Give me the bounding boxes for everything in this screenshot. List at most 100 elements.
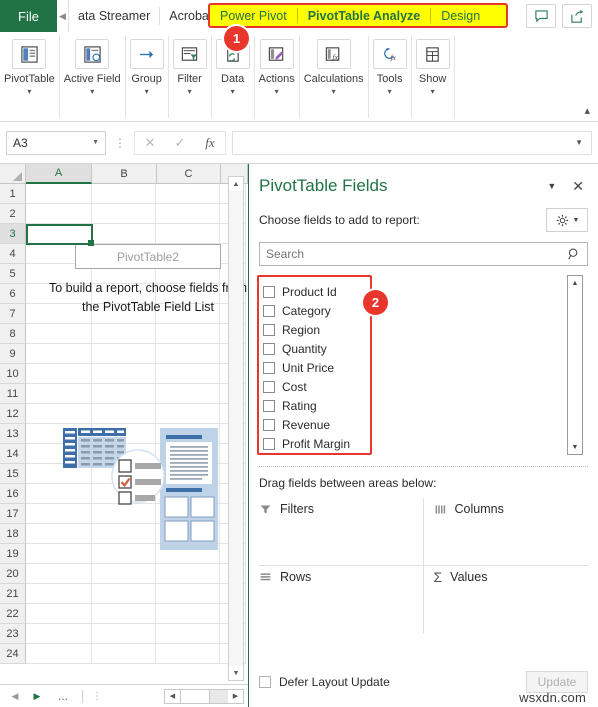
field-checkbox[interactable] (263, 418, 275, 431)
grid-vertical-scrollbar[interactable]: ▲ ▼ (228, 176, 244, 681)
scroll-down-icon[interactable]: ▼ (568, 440, 582, 454)
sheet-next-icon[interactable]: ▶ (26, 691, 48, 702)
scroll-up-icon[interactable]: ▲ (229, 177, 243, 191)
grid-cell[interactable] (92, 604, 156, 624)
chevron-down-icon[interactable]: ▾ (231, 87, 235, 96)
chevron-down-icon[interactable]: ▾ (90, 87, 94, 96)
scroll-down-icon[interactable]: ▼ (229, 666, 243, 680)
ribbon-group-calculations[interactable]: fx Calculations ▾ (300, 36, 369, 118)
chevron-down-icon[interactable]: ▾ (188, 87, 192, 96)
ribbon-group-tools[interactable]: fx Tools ▾ (369, 36, 412, 118)
horizontal-scrollbar[interactable]: ◀ ▶ (164, 688, 244, 704)
row-header-24[interactable]: 24 (0, 644, 26, 664)
row-header-12[interactable]: 12 (0, 404, 26, 424)
field-checkbox[interactable] (263, 399, 275, 412)
sheet-prev-icon[interactable]: ◀ (4, 691, 26, 702)
row-header-13[interactable]: 13 (0, 424, 26, 444)
grid-cell[interactable] (156, 644, 220, 664)
ribbon-group-show[interactable]: Show ▾ (412, 36, 455, 118)
column-header-b[interactable]: B (92, 164, 157, 184)
grid-cell[interactable] (92, 384, 156, 404)
field-checkbox[interactable] (263, 437, 275, 450)
search-box[interactable] (259, 242, 588, 266)
sheet-grip-icon[interactable]: ⋮ (87, 691, 107, 702)
grid-cell[interactable] (26, 184, 92, 204)
grid-cell[interactable] (156, 224, 220, 244)
tab-design[interactable]: Design (431, 9, 490, 23)
column-header-c[interactable]: C (156, 164, 222, 184)
row-header-10[interactable]: 10 (0, 364, 26, 384)
chevron-down-icon[interactable]: ▾ (275, 87, 279, 96)
check-icon[interactable]: ✓ (165, 132, 195, 154)
grid-cell[interactable] (92, 364, 156, 384)
grid-cell[interactable] (26, 344, 92, 364)
grid-cell[interactable] (92, 324, 156, 344)
chevron-down-icon[interactable]: ▼ (575, 138, 583, 147)
row-header-9[interactable]: 9 (0, 344, 26, 364)
grid-cell[interactable] (92, 184, 156, 204)
field-checkbox[interactable] (263, 361, 275, 374)
grid-cell[interactable] (156, 204, 220, 224)
grid-cell[interactable] (26, 404, 92, 424)
scroll-up-icon[interactable]: ▲ (568, 276, 582, 290)
row-header-7[interactable]: 7 (0, 304, 26, 324)
scrollbar-track[interactable] (210, 689, 228, 703)
grid-cell[interactable] (26, 364, 92, 384)
field-list-scrollbar[interactable]: ▲ ▼ (567, 275, 583, 455)
field-checkbox[interactable] (263, 342, 275, 355)
comment-button[interactable] (526, 4, 556, 28)
fx-icon[interactable]: fx (195, 132, 225, 154)
row-header-11[interactable]: 11 (0, 384, 26, 404)
grid-cell[interactable] (26, 564, 92, 584)
search-icon[interactable] (567, 247, 581, 261)
row-header-4[interactable]: 4 (0, 244, 26, 264)
tab-data-streamer[interactable]: ata Streamer (69, 0, 159, 32)
chevron-down-icon[interactable]: ▼ (547, 181, 556, 191)
grid-cell[interactable] (156, 584, 220, 604)
chevron-down-icon[interactable]: ▼ (573, 217, 580, 224)
grid-cell[interactable] (156, 624, 220, 644)
field-list-item[interactable]: Profit Margin (263, 434, 366, 453)
grid-cell[interactable] (26, 624, 92, 644)
row-header-14[interactable]: 14 (0, 444, 26, 464)
ribbon-group-pivottable[interactable]: PivotTable ▾ (0, 36, 60, 118)
grid-cell[interactable] (92, 404, 156, 424)
field-list[interactable]: Product Id Category Region Quantity Unit Pri… (257, 275, 372, 455)
grid-cell[interactable] (26, 384, 92, 404)
drop-area-filters[interactable]: Filters (259, 498, 424, 566)
chevron-down-icon[interactable]: ▾ (332, 87, 336, 96)
scroll-right-icon[interactable]: ▶ (228, 689, 243, 703)
name-box[interactable]: A3 ▼ (6, 130, 106, 155)
field-checkbox[interactable] (263, 304, 275, 317)
selected-cell-a3[interactable] (26, 224, 94, 246)
grid-cell[interactable] (156, 184, 220, 204)
chevron-down-icon[interactable]: ▾ (388, 87, 392, 96)
grid-cell[interactable] (26, 584, 92, 604)
grid-cell[interactable] (92, 204, 156, 224)
chevron-down-icon[interactable]: ▼ (92, 139, 99, 146)
row-header-15[interactable]: 15 (0, 464, 26, 484)
ribbon-group-actions[interactable]: Actions ▾ (255, 36, 300, 118)
field-list-item[interactable]: Category (263, 301, 366, 320)
column-header-a[interactable]: A (25, 164, 93, 184)
grid-cell[interactable] (92, 344, 156, 364)
close-icon[interactable]: ✕ (572, 178, 584, 195)
row-header-21[interactable]: 21 (0, 584, 26, 604)
row-header-19[interactable]: 19 (0, 544, 26, 564)
grid-cell[interactable] (92, 224, 156, 244)
grid-cell[interactable] (26, 324, 92, 344)
ribbon-group-filter[interactable]: Filter ▾ (169, 36, 212, 118)
grid-cell[interactable] (156, 384, 220, 404)
scroll-left-icon[interactable]: ◀ (165, 689, 180, 703)
tab-scroll-left-icon[interactable]: ◀ (57, 0, 69, 32)
row-header-20[interactable]: 20 (0, 564, 26, 584)
tab-file[interactable]: File (0, 0, 57, 32)
grid-cell[interactable] (156, 324, 220, 344)
drop-area-columns[interactable]: Columns (423, 498, 588, 566)
row-header-18[interactable]: 18 (0, 524, 26, 544)
ribbon-group-active-field[interactable]: Active Field ▾ (60, 36, 126, 118)
field-list-item[interactable]: Unit Price (263, 358, 366, 377)
chevron-down-icon[interactable]: ▾ (27, 87, 31, 96)
defer-layout-update-checkbox[interactable] (259, 676, 271, 688)
grid-cell[interactable] (156, 344, 220, 364)
